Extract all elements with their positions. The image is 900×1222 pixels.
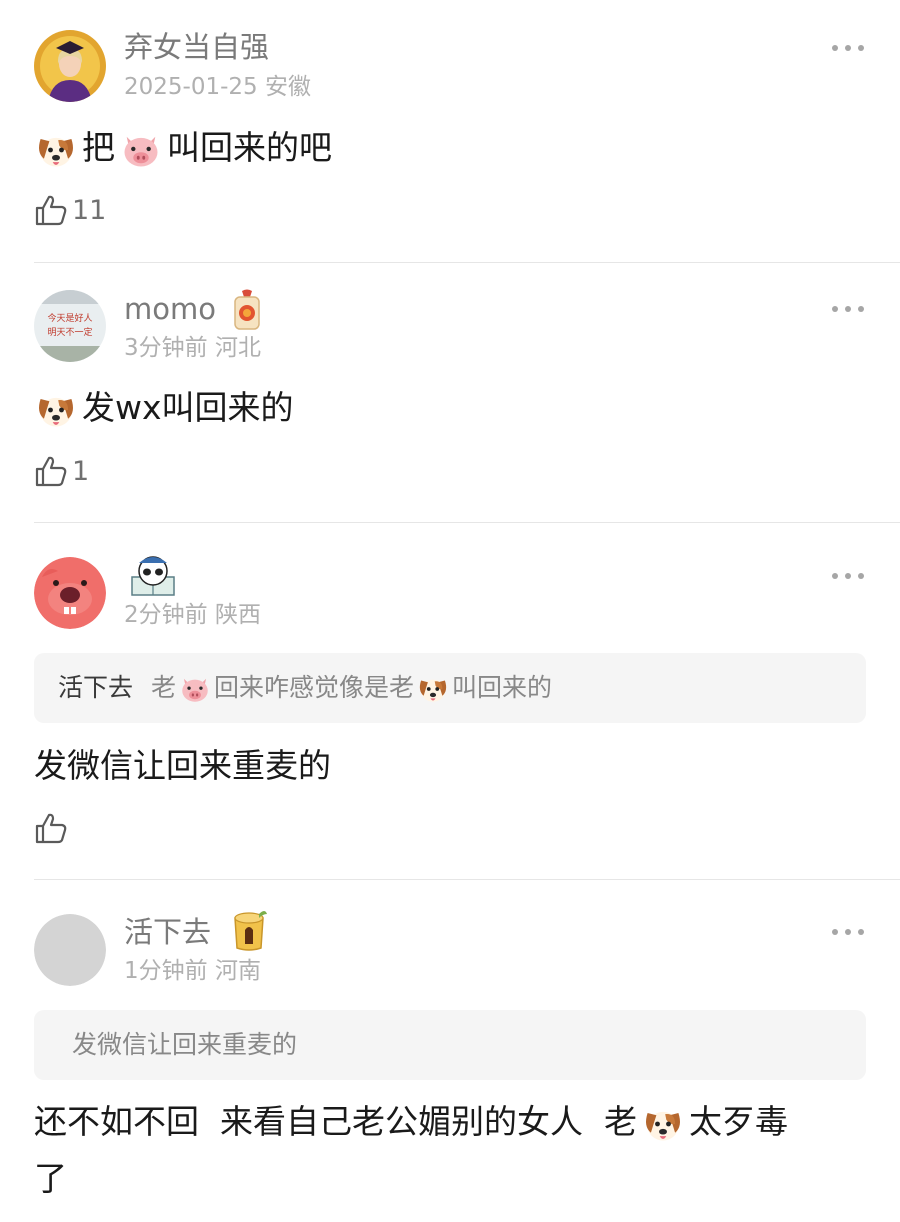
comment-text: 发微信让回来重麦的 — [34, 746, 331, 785]
comment-location: 安徽 — [264, 74, 311, 100]
comment-location: 陕西 — [214, 602, 261, 628]
comment-meta: 1分钟前 河南 — [124, 956, 261, 986]
comment-meta: 3分钟前 河北 — [124, 333, 261, 363]
dog-face-emoji — [641, 1102, 685, 1146]
like-count: 11 — [72, 194, 107, 226]
comment-location: 河南 — [214, 958, 261, 984]
thumbs-up-icon — [34, 454, 68, 488]
comment-date: 3分钟前 — [124, 335, 208, 361]
avatar[interactable] — [34, 30, 106, 102]
divider — [34, 262, 900, 263]
like-button[interactable] — [34, 810, 72, 846]
stump-badge — [234, 911, 267, 951]
comment-text-continued: 了 — [34, 1159, 67, 1198]
more-options-icon[interactable] — [832, 927, 866, 937]
more-options-icon[interactable] — [832, 571, 866, 581]
username[interactable]: momo — [124, 291, 216, 327]
comment-meta: 2025-01-25 安徽 — [124, 72, 311, 102]
more-options-icon[interactable] — [832, 304, 866, 314]
avatar-text-line1: 今天是好人 — [47, 312, 92, 324]
dog-face-emoji — [34, 388, 78, 432]
dog-face-emoji — [34, 128, 78, 172]
comment-text: 发wx叫回来的 — [34, 384, 294, 432]
amulet-badge — [234, 289, 260, 330]
comment-meta: 2分钟前 陕西 — [124, 600, 261, 630]
quoted-username: 活下去 — [58, 673, 134, 702]
comment-location: 河北 — [214, 335, 261, 361]
comment-feed: 弃女当自强 2025-01-25 安徽 把叫回来的吧 11 今天是好人 明天不一… — [0, 0, 900, 1222]
quoted-comment[interactable]: 发微信让回来重麦的 — [34, 1010, 866, 1080]
username[interactable]: 活下去 — [124, 914, 211, 950]
pig-face-emoji — [178, 672, 212, 706]
divider — [34, 879, 900, 880]
comment-date: 2025-01-25 — [124, 74, 258, 100]
quoted-text: 发微信让回来重麦的 — [72, 1030, 298, 1059]
divider — [34, 522, 900, 523]
comment-date: 1分钟前 — [124, 958, 208, 984]
avatar-text-line2: 明天不一定 — [47, 326, 92, 338]
avatar[interactable] — [34, 557, 106, 629]
more-options-icon[interactable] — [832, 43, 866, 53]
comment-date: 2分钟前 — [124, 602, 208, 628]
quoted-text: 老回来咋感觉像是老 叫回来的 — [151, 673, 552, 702]
like-button[interactable]: 1 — [34, 453, 89, 489]
avatar[interactable]: 今天是好人 明天不一定 — [34, 290, 106, 362]
comment-text: 还不如不回 来看自己老公媚别的女人 老太歹毒 — [34, 1098, 788, 1146]
dog-face-emoji — [416, 672, 450, 706]
username[interactable]: 弃女当自强 — [124, 29, 269, 65]
like-count: 1 — [72, 455, 90, 487]
thumbs-up-icon — [34, 811, 68, 845]
panda-sticker — [131, 556, 175, 596]
thumbs-up-icon — [34, 193, 68, 227]
pig-face-emoji — [119, 128, 163, 172]
comment-text: 把叫回来的吧 — [34, 124, 332, 172]
like-button[interactable]: 11 — [34, 192, 106, 228]
avatar[interactable] — [34, 914, 106, 986]
quoted-comment[interactable]: 活下去老回来咋感觉像是老 叫回来的 — [34, 653, 866, 723]
